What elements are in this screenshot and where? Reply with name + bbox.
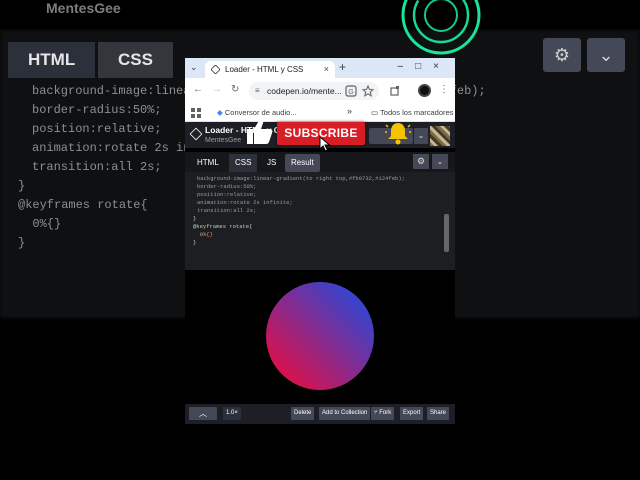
tab-list-chevron-icon[interactable]: ⌄ <box>190 62 198 73</box>
code-line: 0%{} <box>193 231 213 238</box>
tab-result[interactable]: Result <box>285 154 320 172</box>
codepen-footer: ︿ 1.0× Delete Add to Collection ⑂ Fork E… <box>185 404 455 424</box>
css-editor[interactable]: background-image:linear-gradient(to righ… <box>185 172 455 270</box>
close-tab-icon[interactable]: × <box>324 61 329 78</box>
fork-button[interactable]: ⑂ Fork <box>371 407 395 420</box>
background-code-line: transition:all 2s; <box>32 160 162 174</box>
console-toggle-chevron-up-icon[interactable]: ︿ <box>189 407 217 420</box>
browser-tab-strip: ⌄ Loader - HTML y CSS × + –□× <box>185 58 455 78</box>
user-avatar[interactable] <box>430 126 450 146</box>
bookmark-favicon-icon: ◆ <box>217 108 225 117</box>
background-code-line: } <box>18 236 26 250</box>
bell-icon <box>385 123 411 145</box>
code-line: animation:rotate 2s infinite; <box>197 199 293 206</box>
tab-js[interactable]: JS <box>261 154 282 172</box>
reload-icon[interactable]: ↻ <box>231 84 239 95</box>
codepen-header: Loader - HTML y CSS MentesGee ⌄ SUBSCRIB… <box>185 118 455 152</box>
browser-tab[interactable]: Loader - HTML y CSS × <box>205 61 335 78</box>
browser-tab-title: Loader - HTML y CSS <box>225 65 304 74</box>
codepen-logo-icon[interactable] <box>189 127 203 141</box>
address-bar-url: codepen.io/mente... <box>267 86 342 96</box>
background-code-line: @keyframes rotate{ <box>18 198 148 212</box>
pen-action-chevron-icon[interactable]: ⌄ <box>414 128 428 144</box>
code-line: transition:all 2s; <box>197 207 257 214</box>
zoom-level[interactable]: 1.0× <box>223 407 241 420</box>
editor-collapse-chevron-icon[interactable]: ⌄ <box>432 154 448 169</box>
back-icon[interactable]: ← <box>193 84 203 95</box>
gradient-circle <box>266 282 374 390</box>
export-button[interactable]: Export <box>400 407 424 420</box>
code-line: position:relative; <box>197 191 257 198</box>
translate-icon[interactable]: G <box>345 85 357 97</box>
code-line: @keyframes rotate{ <box>193 223 253 230</box>
background-gear-icon: ⚙ <box>543 38 581 72</box>
tab-css[interactable]: CSS <box>229 154 258 172</box>
address-bar[interactable]: ≡ codepen.io/mente... <box>249 82 379 100</box>
browser-toolbar: ← → ↻ ≡ codepen.io/mente... G ⋮ <box>185 78 455 104</box>
profile-avatar[interactable] <box>418 84 431 97</box>
window-controls[interactable]: –□× <box>398 61 451 72</box>
background-chevron-icon: ⌄ <box>587 38 625 72</box>
share-button[interactable]: Share <box>427 407 450 420</box>
tab-html[interactable]: HTML <box>191 154 225 172</box>
codepen-favicon-icon <box>210 64 221 75</box>
background-channel-name: MentesGee <box>46 0 121 16</box>
star-icon[interactable] <box>362 85 374 97</box>
screen: MentesGee HTML CSS ⚙ ⌄ background-image:… <box>0 0 640 480</box>
code-line: } <box>193 239 197 246</box>
thumbs-up-icon <box>247 118 273 144</box>
menu-kebab-icon[interactable]: ⋮ <box>439 84 449 95</box>
code-line: background-image:linear-gradient(to righ… <box>197 175 405 182</box>
new-tab-button[interactable]: + <box>339 60 346 74</box>
forward-icon[interactable]: → <box>212 84 222 95</box>
folder-icon: ▭ <box>371 108 381 117</box>
code-line: } <box>193 215 197 222</box>
editor-scrollbar[interactable] <box>444 214 449 252</box>
delete-button[interactable]: Delete <box>291 407 315 420</box>
neon-rings-icon <box>401 0 481 55</box>
apps-grid-icon[interactable] <box>191 108 201 118</box>
editor-settings-gear-icon[interactable]: ⚙ <box>413 154 429 169</box>
background-code-line: } <box>18 179 26 193</box>
add-to-collection-button[interactable]: Add to Collection <box>319 407 371 420</box>
svg-text:G: G <box>348 89 353 96</box>
more-bookmarks-button[interactable]: » <box>347 106 352 116</box>
bookmarks-bar: ◆ Conversor de audio... » ▭ Todos los ma… <box>185 104 455 122</box>
phone-screen: ⌄ Loader - HTML y CSS × + –□× ← → ↻ ≡ co… <box>185 58 455 424</box>
all-bookmarks-folder[interactable]: ▭ Todos los marcadores <box>371 108 453 117</box>
background-code-line: 0%{} <box>18 217 62 231</box>
all-bookmarks-label: Todos los marcadores <box>380 108 454 117</box>
editor-tab-bar: HTML CSS JS Result ⚙ ⌄ <box>185 152 455 172</box>
background-code-line: border-radius:50%; <box>32 103 162 117</box>
background-code-line: position:relative; <box>32 122 162 136</box>
mouse-cursor-icon <box>319 136 331 152</box>
pen-author[interactable]: MentesGee <box>205 137 241 144</box>
result-preview <box>185 270 455 404</box>
site-info-icon[interactable]: ≡ <box>255 82 260 100</box>
code-line: border-radius:50%; <box>197 183 257 190</box>
background-tab-html: HTML <box>8 42 96 78</box>
extensions-icon[interactable] <box>389 85 401 97</box>
background-tab-css: CSS <box>98 42 173 78</box>
